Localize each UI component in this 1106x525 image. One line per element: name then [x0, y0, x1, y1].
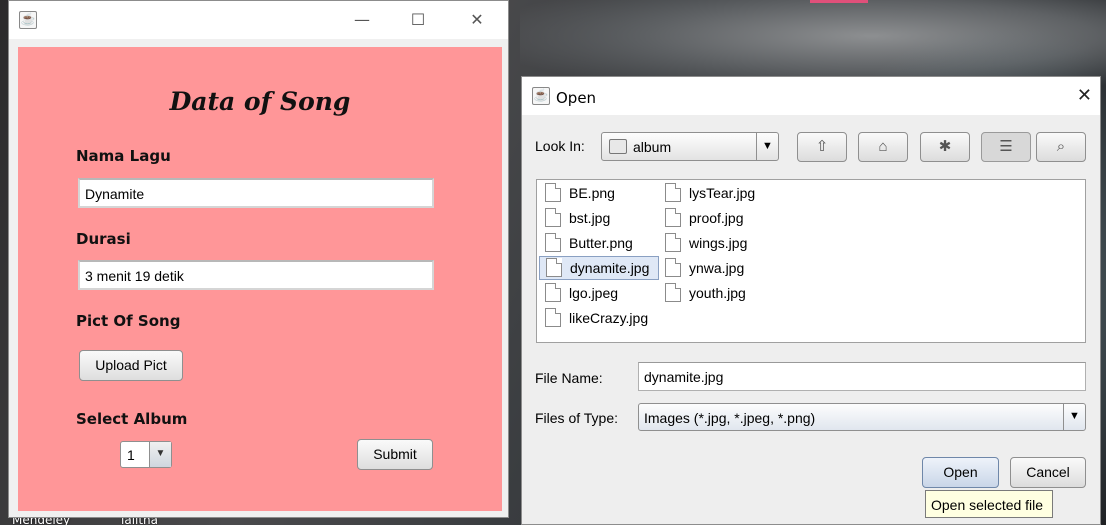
page-title: Data of Song: [169, 87, 351, 116]
file-icon: [665, 183, 681, 202]
file-icon: [665, 283, 681, 302]
list-item[interactable]: proof.jpg: [659, 207, 743, 231]
durasi-input[interactable]: 3 menit 19 detik: [78, 260, 434, 290]
upload-pict-button[interactable]: Upload Pict: [79, 350, 183, 381]
close-button[interactable]: ✕: [454, 1, 500, 39]
dialog-titlebar: ☕ Open ✕: [522, 77, 1100, 115]
durasi-label: Durasi: [76, 230, 131, 248]
cancel-button[interactable]: Cancel: [1010, 457, 1086, 488]
album-select-value: 1: [127, 447, 135, 463]
file-name-input[interactable]: dynamite.jpg: [638, 362, 1086, 391]
open-button-tooltip: Open selected file: [925, 490, 1053, 518]
main-titlebar: ☕ — ☐ ✕: [9, 1, 508, 39]
list-item-selected[interactable]: dynamite.jpg: [539, 256, 659, 280]
open-file-dialog: ☕ Open ✕ Look In: album ▼ ⇧ ⌂ ✱ ☰ ⌕ BE.p…: [521, 76, 1101, 525]
minimize-button[interactable]: —: [339, 1, 385, 39]
list-item[interactable]: ynwa.jpg: [659, 257, 744, 281]
file-icon: [545, 308, 561, 327]
submit-button[interactable]: Submit: [357, 439, 433, 470]
open-button[interactable]: Open: [922, 457, 999, 488]
files-of-type-select[interactable]: Images (*.jpg, *.jpeg, *.png) ▼: [638, 403, 1086, 431]
details-view-button[interactable]: ⌕: [1036, 132, 1086, 162]
list-view-button[interactable]: ☰: [981, 132, 1031, 162]
look-in-select[interactable]: album ▼: [601, 132, 779, 161]
nama-lagu-label: Nama Lagu: [76, 147, 171, 165]
list-view-icon: ☰: [999, 138, 1013, 155]
up-folder-icon: ⇧: [815, 138, 829, 155]
file-icon: [665, 208, 681, 227]
java-app-icon: ☕: [532, 87, 550, 105]
files-of-type-value: Images (*.jpg, *.jpeg, *.png): [644, 410, 816, 426]
pict-of-song-label: Pict Of Song: [76, 312, 181, 330]
look-in-label: Look In:: [535, 138, 585, 154]
new-folder-button[interactable]: ✱: [920, 132, 970, 162]
list-item[interactable]: Butter.png: [539, 232, 633, 256]
chevron-down-icon[interactable]: ▼: [1063, 404, 1085, 430]
chevron-down-icon[interactable]: ▼: [756, 133, 778, 160]
file-icon: [665, 233, 681, 252]
file-icon: [545, 283, 561, 302]
list-item[interactable]: lgo.jpeg: [539, 282, 618, 306]
maximize-button[interactable]: ☐: [395, 1, 441, 39]
look-in-value: album: [633, 139, 672, 155]
home-button[interactable]: ⌂: [858, 132, 908, 162]
list-item[interactable]: BE.png: [539, 182, 615, 206]
song-data-window: ☕ — ☐ ✕ Data of Song Nama Lagu Dynamite …: [8, 0, 509, 518]
file-icon: [665, 258, 681, 277]
chevron-down-icon[interactable]: ▼: [149, 442, 171, 467]
up-folder-button[interactable]: ⇧: [797, 132, 847, 162]
list-item[interactable]: likeCrazy.jpg: [539, 307, 648, 331]
list-item[interactable]: lysTear.jpg: [659, 182, 755, 206]
new-folder-icon: ✱: [938, 138, 952, 155]
file-icon: [545, 233, 561, 252]
java-app-icon: ☕: [19, 11, 37, 29]
home-icon: ⌂: [878, 138, 888, 155]
list-item[interactable]: youth.jpg: [659, 282, 746, 306]
album-select[interactable]: 1 ▼: [120, 441, 172, 468]
select-album-label: Select Album: [76, 410, 188, 428]
dialog-title: Open: [556, 89, 597, 107]
close-icon[interactable]: ✕: [1077, 85, 1092, 106]
list-item[interactable]: wings.jpg: [659, 232, 747, 256]
list-item[interactable]: bst.jpg: [539, 207, 610, 231]
files-of-type-label: Files of Type:: [535, 410, 619, 426]
file-list[interactable]: BE.png bst.jpg Butter.png dynamite.jpg l…: [536, 179, 1086, 343]
file-name-label: File Name:: [535, 370, 603, 386]
file-icon: [546, 258, 562, 277]
desktop-accent-strip: [810, 0, 868, 3]
song-form-panel: Data of Song Nama Lagu Dynamite Durasi 3…: [18, 47, 502, 511]
file-icon: [545, 183, 561, 202]
details-view-icon: ⌕: [1056, 138, 1066, 155]
file-icon: [545, 208, 561, 227]
folder-icon: [609, 139, 627, 154]
nama-lagu-input[interactable]: Dynamite: [78, 178, 434, 208]
